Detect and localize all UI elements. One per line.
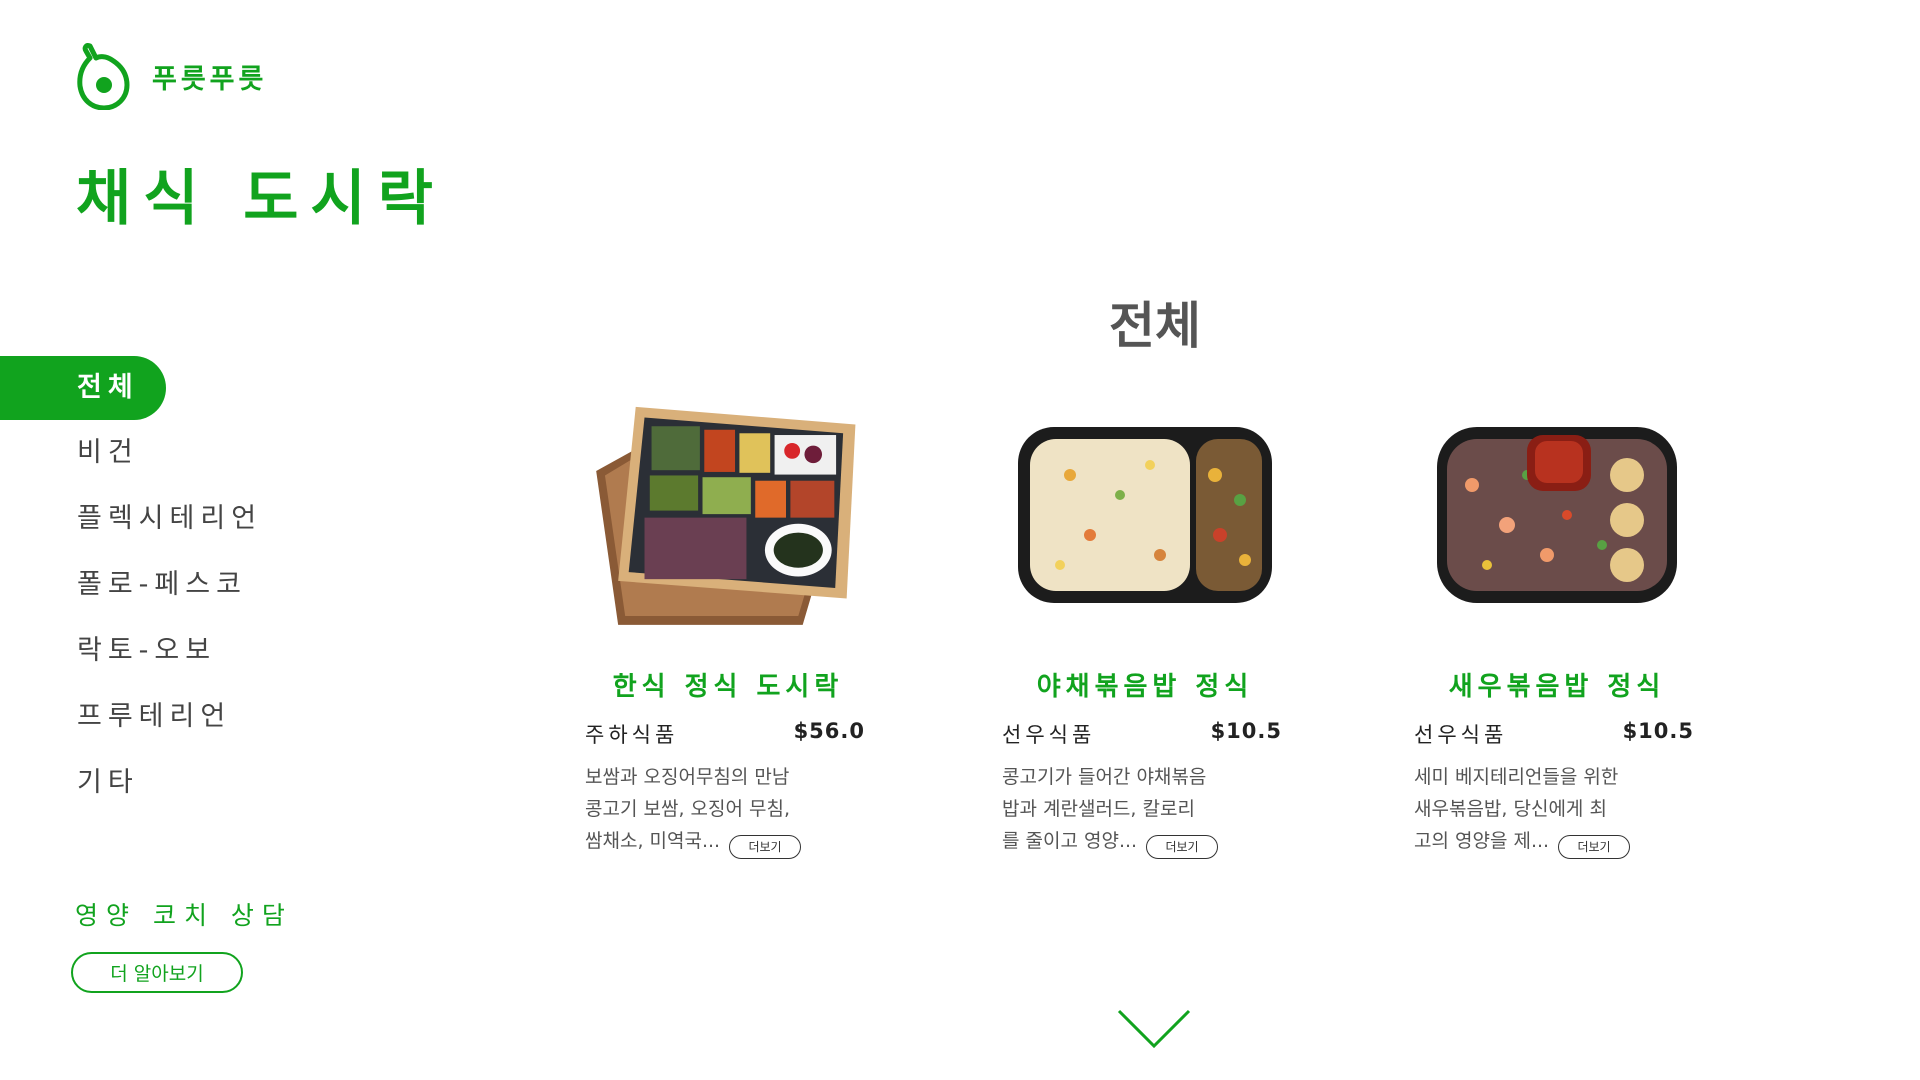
page-title: 채식 도시락 [76, 164, 445, 234]
category-nav: 전체 비건 플렉시테리언 폴로-페스코 락토-오보 프루테리언 기타 [0, 356, 320, 816]
nav-item-pollo-pesco[interactable]: 폴로-페스코 [0, 552, 320, 618]
product-description: 세미 베지테리언들을 위한 새우볶음밥, 당신에게 최 고의 영양을 제... … [1412, 761, 1644, 859]
product-price: $10.5 [1622, 719, 1694, 743]
desc-line: 세미 베지테리언들을 위한 [1414, 766, 1619, 788]
nav-item-flexitarian[interactable]: 플렉시테리언 [0, 486, 320, 552]
nav-item-etc[interactable]: 기타 [0, 750, 320, 816]
product-meta: 선우식품 $10.5 [1412, 719, 1702, 749]
learn-more-button[interactable]: 더 알아보기 [71, 952, 243, 993]
product-seller: 선우식품 [1414, 723, 1508, 747]
product-description: 콩고기가 들어간 야채볶음 밥과 계란샐러드, 칼로리 를 줄이고 영양... … [1000, 761, 1232, 859]
more-button[interactable]: 더보기 [729, 835, 801, 859]
product-name[interactable]: 한식 정식 도시락 [583, 666, 873, 703]
product-name[interactable]: 새우볶음밥 정식 [1412, 666, 1702, 703]
nav-item-all[interactable]: 전체 [0, 356, 166, 420]
product-card[interactable]: 한식 정식 도시락 주하식품 $56.0 보쌈과 오징어무침의 만남 콩고기 보… [583, 380, 873, 859]
product-seller: 주하식품 [585, 723, 679, 747]
nav-item-fruitarian[interactable]: 프루테리언 [0, 684, 320, 750]
brand-logo[interactable]: 푸릇푸릇 [76, 42, 267, 110]
avocado-icon [77, 43, 130, 110]
more-button[interactable]: 더보기 [1558, 835, 1630, 859]
more-button[interactable]: 더보기 [1146, 835, 1218, 859]
product-description: 보쌈과 오징어무침의 만남 콩고기 보쌈, 오징어 무침, 쌈채소, 미역국..… [583, 761, 815, 859]
product-image-korean-bento[interactable] [583, 380, 873, 650]
product-meta: 선우식품 $10.5 [1000, 719, 1290, 749]
brand-name: 푸릇푸릇 [152, 63, 268, 95]
product-card[interactable]: 야채볶음밥 정식 선우식품 $10.5 콩고기가 들어간 야채볶음 밥과 계란샐… [1000, 380, 1290, 859]
product-image-shrimp-fried-rice[interactable] [1412, 380, 1702, 650]
product-price: $10.5 [1210, 719, 1282, 743]
nav-item-lacto-ovo[interactable]: 락토-오보 [0, 618, 320, 684]
desc-line: 콩고기가 들어간 야채볶음 [1002, 766, 1207, 788]
desc-line: 밥과 계란샐러드, 칼로리 [1002, 798, 1195, 820]
product-meta: 주하식품 $56.0 [583, 719, 873, 749]
nutrition-coach-section: 영양 코치 상담 더 알아보기 [71, 896, 293, 993]
nav-item-vegan[interactable]: 비건 [0, 420, 320, 486]
desc-line: 새우볶음밥, 당신에게 최 [1414, 798, 1607, 820]
product-name[interactable]: 야채볶음밥 정식 [1000, 666, 1290, 703]
desc-line: 보쌈과 오징어무침의 만남 [585, 766, 790, 788]
desc-line: 콩고기 보쌈, 오징어 무침, [585, 798, 790, 820]
product-price: $56.0 [793, 719, 865, 743]
product-card[interactable]: 새우볶음밥 정식 선우식품 $10.5 세미 베지테리언들을 위한 새우볶음밥,… [1412, 380, 1702, 859]
product-image-vegetable-fried-rice[interactable] [1000, 380, 1290, 650]
chevron-down-icon[interactable] [1116, 1008, 1192, 1052]
product-seller: 선우식품 [1002, 723, 1096, 747]
section-title: 전체 [1109, 297, 1201, 355]
coach-title: 영양 코치 상담 [75, 901, 293, 930]
